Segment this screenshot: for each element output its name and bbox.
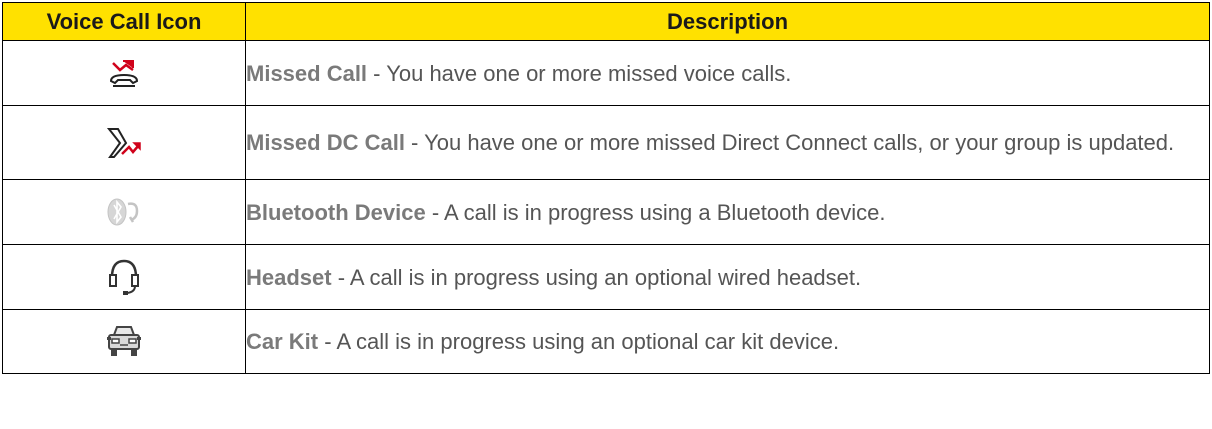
table-row: Bluetooth Device - A call is in progress… — [2, 179, 1210, 245]
headset-icon — [109, 259, 139, 295]
row-text: - You have one or more missed Direct Con… — [404, 130, 1175, 155]
row-text: - A call is in progress using an optiona… — [331, 264, 862, 290]
row-title: Car Kit — [246, 329, 319, 354]
row-title: Missed Call — [246, 60, 368, 86]
row-title: Bluetooth Device — [246, 199, 426, 225]
table-row: Headset - A call is in progress using an… — [2, 244, 1210, 310]
header-row: Voice Call Icon Description — [2, 2, 1210, 41]
car-kit-icon — [107, 325, 141, 356]
row-title: Headset — [246, 264, 332, 290]
table-row: Missed DC Call - You have one or more mi… — [2, 105, 1210, 180]
header-voice-call-icon: Voice Call Icon — [2, 2, 246, 41]
missed-dc-call-icon — [106, 127, 141, 158]
table-row: Missed Call - You have one or more misse… — [2, 40, 1210, 106]
row-text: - You have one or more missed voice call… — [367, 60, 792, 86]
row-title: Missed DC Call — [246, 130, 405, 155]
header-description: Description — [245, 2, 1210, 41]
voice-call-icon-table: Voice Call Icon Description Missed Call … — [2, 2, 1210, 374]
missed-call-icon — [109, 60, 139, 87]
table-row: Car Kit - A call is in progress using an… — [2, 309, 1210, 374]
row-text: - A call is in progress using an optiona… — [318, 329, 840, 354]
bluetooth-device-icon — [107, 198, 139, 226]
row-text: - A call is in progress using a Bluetoot… — [425, 199, 886, 225]
